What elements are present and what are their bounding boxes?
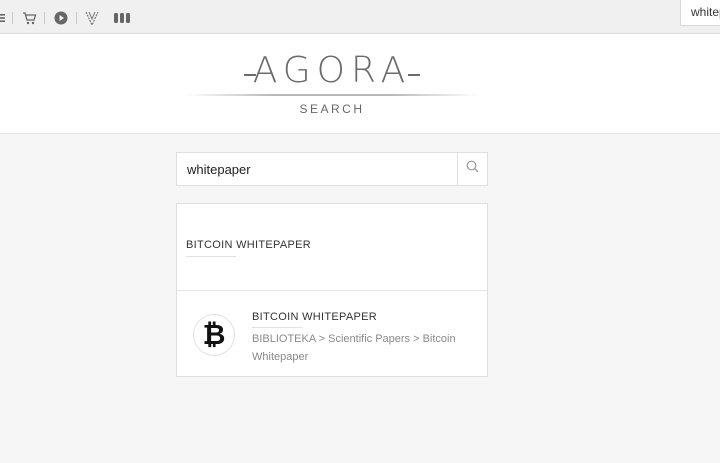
logo-dash-right	[408, 74, 420, 76]
browser-search-text: whitepaper	[691, 5, 720, 19]
result-category[interactable]: BITCOIN WHITEPAPER	[177, 204, 487, 291]
result-underline	[252, 327, 302, 328]
logo-word: AGORA	[252, 50, 412, 91]
agora-logo[interactable]: AGORA SEARCH	[186, 44, 478, 132]
logo-divider	[186, 94, 478, 96]
bitcoin-icon: ₿	[193, 314, 235, 356]
search-results: BITCOIN WHITEPAPER ₿ BITCOIN WHITEPAPER …	[176, 203, 488, 377]
search-box	[176, 152, 488, 186]
result-title: BITCOIN WHITEPAPER	[252, 311, 377, 323]
browser-toolbar: whitepaper	[0, 0, 720, 34]
vivaldi-icon[interactable]	[84, 10, 100, 26]
hamburger-icon[interactable]	[0, 10, 6, 26]
search-button[interactable]	[457, 153, 487, 185]
result-item[interactable]: ₿ BITCOIN WHITEPAPER BIBLIOTEKA > Scient…	[177, 292, 487, 377]
extensions-icon[interactable]	[113, 10, 133, 26]
category-underline	[186, 256, 236, 257]
search-icon	[466, 160, 479, 178]
cart-icon[interactable]	[21, 10, 37, 26]
result-path: BIBLIOTEKA > Scientific Papers > Bitcoin…	[252, 333, 456, 363]
toolbar-separator	[44, 12, 45, 24]
category-title: BITCOIN WHITEPAPER	[186, 239, 311, 251]
search-input[interactable]	[177, 153, 457, 185]
bitcoin-glyph: ₿	[202, 318, 226, 351]
toolbar-separator	[76, 12, 77, 24]
play-icon[interactable]	[53, 10, 69, 26]
toolbar-separator	[12, 12, 13, 24]
browser-search-field[interactable]: whitepaper	[680, 0, 720, 26]
site-header: AGORA SEARCH	[0, 34, 720, 134]
logo-subtitle: SEARCH	[299, 102, 365, 116]
